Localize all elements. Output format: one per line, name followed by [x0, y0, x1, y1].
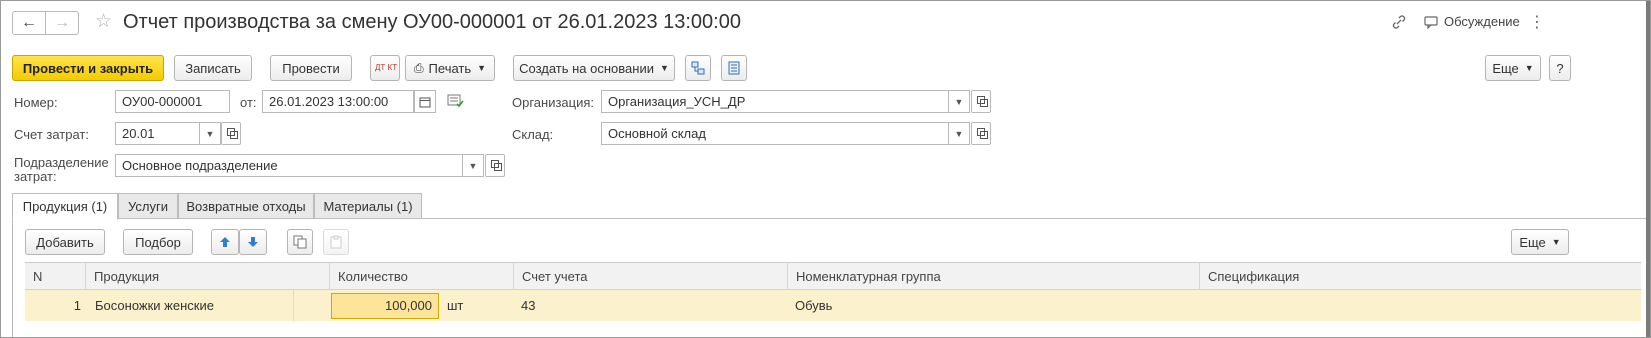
link-icon[interactable]: [1391, 14, 1407, 30]
chevron-down-icon: ▼: [468, 160, 478, 171]
dropdown-caret-icon: ▼: [659, 63, 669, 73]
table-more-label: Еще: [1519, 234, 1546, 250]
structure-icon: [691, 61, 705, 75]
row-unit: шт: [447, 298, 464, 313]
column-nomenclature-group[interactable]: Номенклатурная группа: [787, 263, 1199, 290]
list-report-icon: [728, 61, 740, 75]
date-from-label: от:: [240, 95, 257, 110]
calendar-icon: [419, 97, 431, 107]
tab-services[interactable]: Услуги: [118, 193, 178, 219]
row-divider: [293, 290, 294, 321]
row-product[interactable]: Босоножки женские: [95, 290, 214, 321]
print-button[interactable]: ⎙ Печать ▼: [405, 55, 495, 81]
row-group[interactable]: Обувь: [795, 290, 832, 321]
column-product[interactable]: Продукция: [85, 263, 329, 290]
posted-status-icon: [447, 94, 465, 111]
cost-account-field[interactable]: 20.01: [115, 122, 200, 145]
move-up-button[interactable]: [211, 229, 239, 255]
cost-account-dropdown[interactable]: ▼: [199, 122, 221, 145]
row-quantity-input[interactable]: 100,000: [331, 293, 439, 319]
tab-return-waste[interactable]: Возвратные отходы: [178, 193, 314, 219]
column-n[interactable]: N: [25, 263, 85, 290]
create-based-label: Создать на основании: [519, 60, 654, 76]
favorite-star-icon[interactable]: ☆: [95, 10, 112, 33]
dropdown-caret-icon: ▼: [1551, 237, 1561, 247]
copy-row-button[interactable]: [287, 229, 313, 255]
dropdown-caret-icon: ▼: [477, 63, 487, 73]
organization-field[interactable]: Организация_УСН_ДР: [601, 90, 949, 113]
arrow-up-icon: [220, 237, 230, 247]
document-window: ← → ☆ Отчет производства за смену ОУ00-0…: [0, 0, 1651, 338]
cost-account-label: Счет затрат:: [14, 127, 89, 142]
tab-materials[interactable]: Материалы (1): [314, 193, 422, 219]
tab-products[interactable]: Продукция (1): [12, 193, 118, 220]
window-edge: [1646, 1, 1650, 337]
warehouse-dropdown[interactable]: ▼: [948, 122, 970, 145]
division-label-line2: затрат:: [14, 169, 57, 184]
print-label: Печать: [428, 60, 472, 76]
save-button[interactable]: Записать: [174, 55, 252, 81]
table-more-button[interactable]: Еще ▼: [1511, 229, 1569, 255]
division-field[interactable]: Основное подразделение: [115, 154, 463, 177]
warehouse-label: Склад:: [512, 127, 554, 142]
add-row-button[interactable]: Добавить: [25, 229, 105, 255]
number-field[interactable]: ОУ00-000001: [115, 90, 230, 113]
help-button[interactable]: ?: [1549, 55, 1571, 81]
chevron-down-icon: ▼: [205, 128, 215, 139]
organization-dropdown[interactable]: ▼: [948, 90, 970, 113]
division-open-button[interactable]: [485, 154, 505, 177]
arrow-left-icon: ←: [21, 14, 37, 31]
warehouse-field[interactable]: Основной склад: [601, 122, 949, 145]
back-button[interactable]: ←: [12, 11, 46, 35]
division-dropdown[interactable]: ▼: [462, 154, 484, 177]
select-button[interactable]: Подбор: [123, 229, 193, 255]
date-field[interactable]: 26.01.2023 13:00:00: [262, 90, 414, 113]
page-title: Отчет производства за смену ОУ00-000001 …: [123, 11, 741, 33]
organization-open-button[interactable]: [971, 90, 991, 113]
dt-kt-icon: ДТ КТ: [375, 63, 398, 72]
forward-button[interactable]: →: [45, 11, 79, 35]
chevron-down-icon: ▼: [954, 128, 964, 139]
dropdown-caret-icon: ▼: [1524, 63, 1534, 73]
structure-button[interactable]: [685, 55, 711, 81]
table-row[interactable]: 1 Босоножки женские шт 43 Обувь: [25, 290, 1641, 321]
chevron-down-icon: ▼: [954, 96, 964, 107]
discussion-link[interactable]: Обсуждение: [1444, 14, 1520, 29]
menu-dots-icon[interactable]: ⋮: [1529, 12, 1545, 32]
more-label: Еще: [1492, 60, 1519, 76]
division-label-line1: Подразделение: [14, 155, 109, 170]
dt-kt-button[interactable]: ДТ КТ: [370, 55, 400, 81]
paste-icon: [330, 235, 342, 249]
row-number: 1: [73, 298, 81, 313]
move-down-button[interactable]: [239, 229, 267, 255]
column-account[interactable]: Счет учета: [513, 263, 787, 290]
post-and-close-button[interactable]: Провести и закрыть: [12, 55, 164, 81]
warehouse-open-button[interactable]: [971, 122, 991, 145]
printer-icon: ⎙: [413, 60, 424, 75]
report-button[interactable]: [721, 55, 747, 81]
cost-account-open-button[interactable]: [221, 122, 241, 145]
arrow-right-icon: →: [54, 14, 70, 31]
calendar-button[interactable]: [414, 90, 436, 113]
paste-row-button[interactable]: [323, 229, 349, 255]
copy-icon: [293, 235, 307, 249]
row-account[interactable]: 43: [521, 290, 535, 321]
discussion-icon[interactable]: [1423, 14, 1439, 30]
number-label: Номер:: [14, 95, 58, 110]
column-specification[interactable]: Спецификация: [1199, 263, 1641, 290]
table-header: N Продукция Количество Счет учета Номенк…: [25, 262, 1641, 290]
create-based-on-button[interactable]: Создать на основании ▼: [513, 55, 675, 81]
column-quantity[interactable]: Количество: [329, 263, 513, 290]
organization-label: Организация:: [512, 95, 595, 110]
more-button[interactable]: Еще ▼: [1485, 55, 1541, 81]
post-button[interactable]: Провести: [270, 55, 352, 81]
arrow-down-icon: [248, 237, 258, 247]
